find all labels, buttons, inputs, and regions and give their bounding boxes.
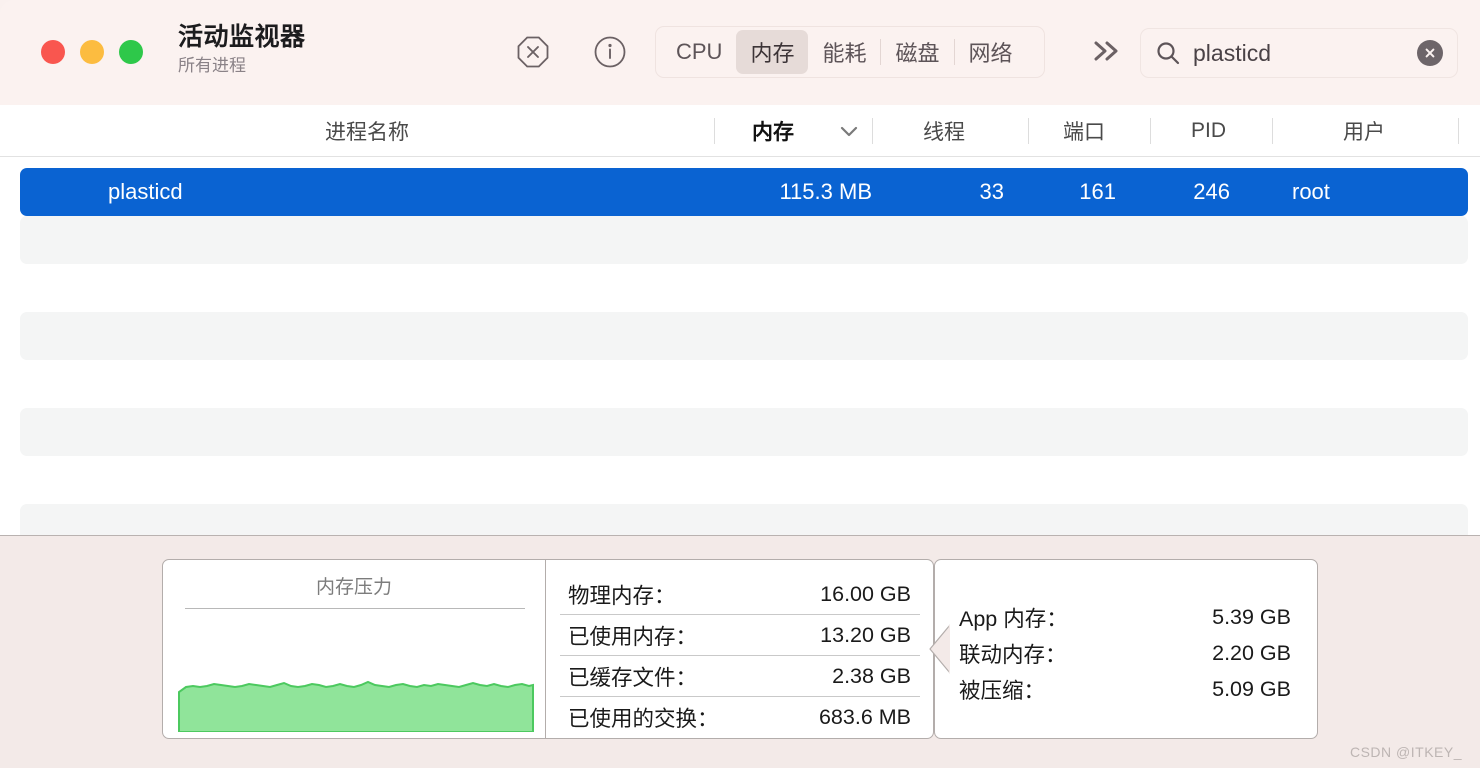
column-header-process-name[interactable]: 进程名称 — [325, 105, 409, 156]
stat-compressed: 被压缩： 5.09 GB — [935, 671, 1317, 707]
column-header-memory[interactable]: 内存 — [752, 105, 794, 156]
zoom-button[interactable] — [119, 40, 143, 64]
memory-summary-panel: 内存压力 物理内存： 16.00 GB 已使用内存： 13.20 GB 已缓存文… — [0, 535, 1480, 768]
octagon-x-icon[interactable] — [515, 34, 551, 70]
tab-cpu[interactable]: CPU — [662, 30, 736, 74]
stat-value: 5.39 GB — [1212, 604, 1291, 629]
tab-network[interactable]: 网络 — [955, 30, 1027, 74]
memory-stats-left: 物理内存： 16.00 GB 已使用内存： 13.20 GB 已缓存文件： 2.… — [546, 559, 934, 739]
clear-search-icon[interactable] — [1417, 40, 1443, 66]
window-title-block: 活动监视器 所有进程 — [178, 23, 306, 75]
chevron-down-icon[interactable] — [838, 122, 860, 145]
search-input[interactable]: plasticd — [1193, 40, 1417, 67]
column-divider — [1150, 118, 1151, 144]
memory-pressure-area-chart — [177, 670, 535, 732]
info-circle-icon[interactable] — [592, 34, 628, 70]
cell-memory: 115.3 MB — [779, 179, 872, 204]
stat-label: 物理内存： — [568, 583, 676, 608]
tab-disk[interactable]: 磁盘 — [881, 30, 953, 74]
graph-divider-line — [185, 608, 525, 609]
app-title: 活动监视器 — [178, 23, 306, 51]
tab-energy[interactable]: 能耗 — [808, 30, 880, 74]
stat-wired-memory: 联动内存： 2.20 GB — [935, 635, 1317, 671]
cell-user: root — [1292, 179, 1330, 204]
table-row[interactable]: plasticd 115.3 MB 33 161 246 root — [20, 168, 1468, 216]
column-header-ports[interactable]: 端口 — [1063, 105, 1105, 156]
tab-memory[interactable]: 内存 — [736, 30, 809, 74]
titlebar: 活动监视器 所有进程 CPU 内存 能耗 磁盘 网络 plasticd — [0, 0, 1480, 105]
table-row-empty[interactable] — [20, 408, 1468, 456]
column-header-user[interactable]: 用户 — [1343, 105, 1385, 156]
watermark: CSDN @ITKEY_ — [1349, 744, 1462, 760]
traffic-light-buttons — [41, 40, 143, 64]
stat-label: 已使用的交换： — [568, 706, 719, 731]
table-row-empty[interactable] — [20, 312, 1468, 360]
stat-value: 2.20 GB — [1212, 640, 1291, 665]
column-divider — [1028, 118, 1029, 144]
double-chevron-right-icon[interactable] — [1090, 36, 1124, 66]
stat-swap-used: 已使用的交换： 683.6 MB — [546, 697, 933, 737]
table-row-empty[interactable] — [20, 504, 1468, 535]
stat-value: 5.09 GB — [1212, 676, 1291, 701]
stat-memory-used: 已使用内存： 13.20 GB — [546, 615, 933, 655]
search-field[interactable]: plasticd — [1140, 28, 1458, 78]
stat-label: 已缓存文件： — [568, 665, 698, 690]
callout-notch-icon — [928, 624, 950, 674]
column-divider — [1272, 118, 1273, 144]
stat-label: 被压缩： — [959, 678, 1046, 703]
stat-label: 已使用内存： — [568, 624, 698, 649]
cell-threads: 33 — [979, 179, 1004, 204]
app-subtitle: 所有进程 — [178, 55, 246, 75]
column-header-pid[interactable]: PID — [1191, 105, 1226, 156]
stat-value: 2.38 GB — [832, 663, 911, 688]
search-icon — [1155, 40, 1181, 66]
view-tab-bar[interactable]: CPU 内存 能耗 磁盘 网络 — [655, 26, 1045, 78]
stat-cached-files: 已缓存文件： 2.38 GB — [546, 656, 933, 696]
activity-monitor-window: 活动监视器 所有进程 CPU 内存 能耗 磁盘 网络 plasticd 进程名称… — [0, 0, 1480, 768]
close-button[interactable] — [41, 40, 65, 64]
cell-process-name: plasticd — [108, 179, 183, 204]
stat-value: 683.6 MB — [818, 704, 911, 729]
process-table-body[interactable]: plasticd 115.3 MB 33 161 246 root — [0, 157, 1480, 535]
cell-pid: 246 — [1193, 179, 1230, 204]
column-divider — [872, 118, 873, 144]
stat-label: App 内存： — [959, 606, 1068, 631]
minimize-button[interactable] — [80, 40, 104, 64]
column-divider — [714, 118, 715, 144]
table-column-header: 进程名称 内存 线程 端口 PID 用户 — [0, 105, 1480, 157]
column-header-threads[interactable]: 线程 — [923, 105, 965, 156]
column-divider — [1458, 118, 1459, 144]
stat-value: 13.20 GB — [820, 622, 911, 647]
stat-label: 联动内存： — [959, 642, 1067, 667]
memory-pressure-graph: 内存压力 — [162, 559, 546, 739]
cell-ports: 161 — [1079, 179, 1116, 204]
stat-app-memory: App 内存： 5.39 GB — [935, 599, 1317, 635]
stat-physical-memory: 物理内存： 16.00 GB — [546, 574, 933, 614]
stat-value: 16.00 GB — [820, 581, 911, 606]
table-row-empty[interactable] — [20, 216, 1468, 264]
memory-stats-right: App 内存： 5.39 GB 联动内存： 2.20 GB 被压缩： 5.09 … — [934, 559, 1318, 739]
memory-pressure-title: 内存压力 — [315, 577, 392, 598]
